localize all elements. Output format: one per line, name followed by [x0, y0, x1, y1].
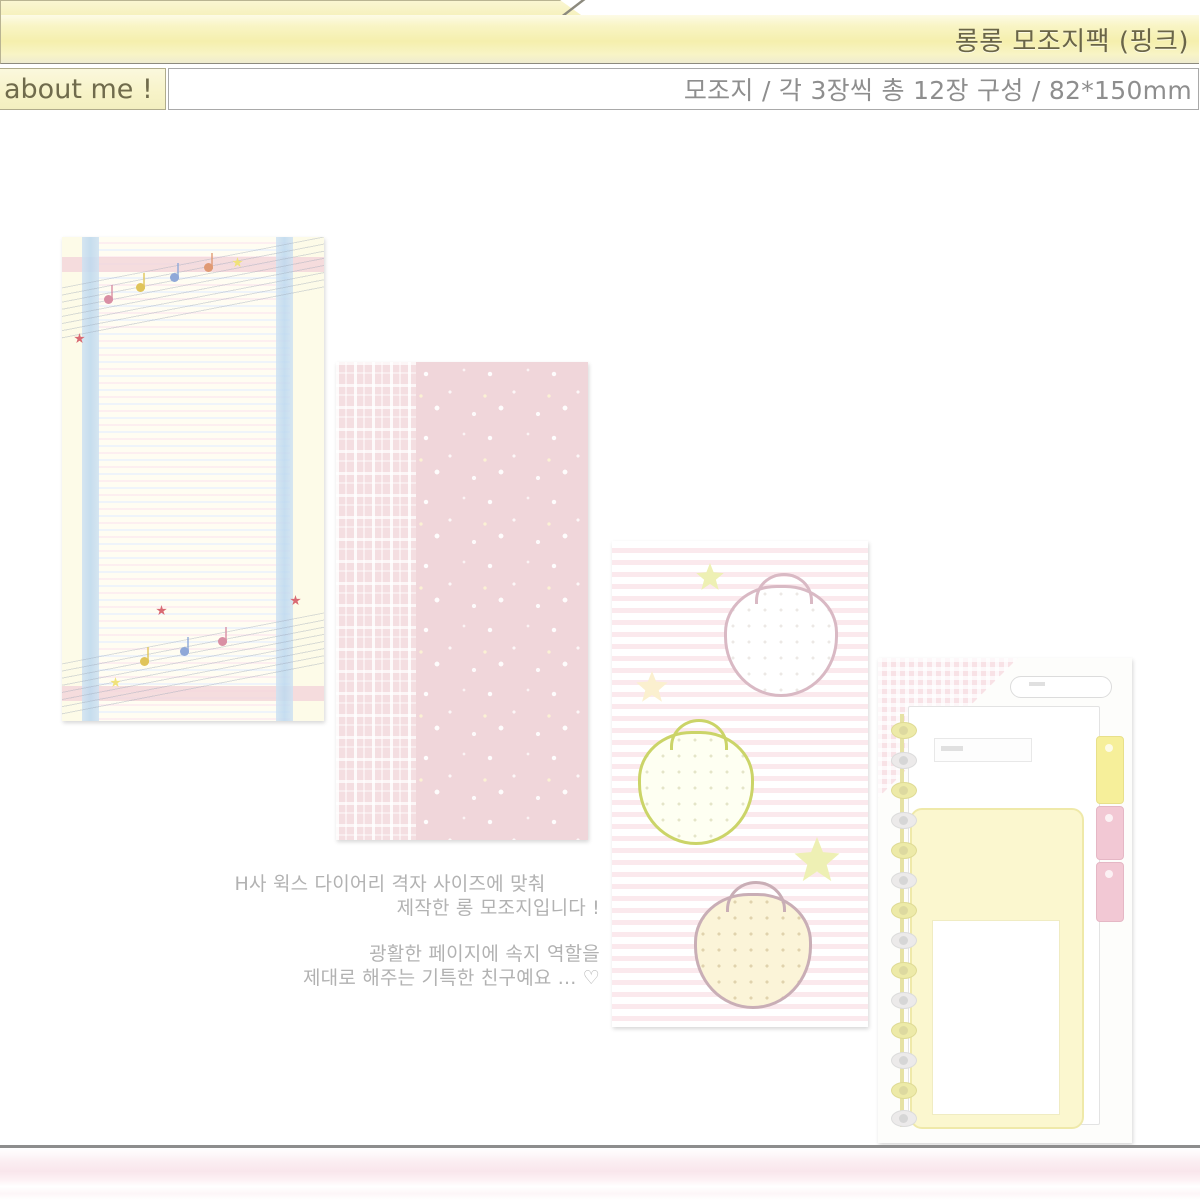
planner-index-tab-pink[interactable] [1096, 806, 1124, 860]
caption-line-2: 제작한 롱 모조지입니다 ! [396, 897, 600, 919]
caption-line-3: 광활한 페이지에 속지 역할을 [369, 943, 600, 965]
planner-disc [891, 842, 917, 859]
planner-sheet-header-mark [941, 746, 963, 751]
caption-line-1: H사 윅스 다이어리 격자 사이즈에 맞춰 [234, 873, 546, 895]
spec-text: 모조지 / 각 3장씩 총 12장 구성 / 82*150mm [683, 76, 1192, 105]
planner-disc [891, 812, 917, 829]
photo-pink-dotted-paper[interactable] [336, 362, 588, 840]
planner-insert-note-area [932, 920, 1060, 1115]
planner-disc [891, 1022, 917, 1039]
planner-title-pill [1010, 676, 1112, 698]
music-note-icon [180, 637, 189, 656]
planner-title-pill-mark [1029, 682, 1045, 686]
planner-disc [891, 782, 917, 799]
planner-disc [891, 902, 917, 919]
footer-pink-stripes [0, 1148, 1200, 1200]
planner-disc [891, 962, 917, 979]
music-note-icon [170, 263, 179, 282]
page-title: 롱롱 모조지팩 (핑크) [954, 26, 1189, 57]
spec-row: about me ! 모조지 / 각 3장씩 총 12장 구성 / 82*150… [0, 68, 1199, 110]
planner-disc [891, 992, 917, 1009]
page-footer [0, 1145, 1200, 1200]
about-me-label: about me ! [4, 73, 153, 105]
music-note-icon [136, 273, 145, 292]
music-note-icon [204, 253, 213, 272]
planner-disc [891, 722, 917, 739]
planner-disc [891, 1110, 917, 1127]
caption-gap [180, 920, 600, 942]
music-note-icon [140, 647, 149, 666]
about-me-chip[interactable]: about me ! [0, 68, 166, 110]
page-header: 롱롱 모조지팩 (핑크) about me ! 모조지 / 각 3장씩 총 12… [0, 0, 1200, 120]
planner-disc [891, 872, 917, 889]
planner-index-tab-pink[interactable] [1096, 862, 1124, 922]
photo-strawberry-paper[interactable] [612, 541, 868, 1027]
folder-tab-sliver[interactable] [0, 0, 591, 16]
photo-music-note-paper[interactable] [62, 237, 324, 721]
planner-yellow-insert [910, 808, 1084, 1129]
caption-line-4: 제대로 해주는 기특한 친구예요 ... ♡ [303, 967, 600, 989]
planner-index-tab-yellow[interactable] [1096, 736, 1124, 804]
spec-field: 모조지 / 각 3장씩 총 12장 구성 / 82*150mm [168, 68, 1199, 110]
planner-disc [891, 932, 917, 949]
planner-disc [891, 1052, 917, 1069]
product-title-band: 롱롱 모조지팩 (핑크) [0, 15, 1199, 64]
planner-disc [891, 1082, 917, 1099]
product-gallery: H사 윅스 다이어리 격자 사이즈에 맞춰 제작한 롱 모조지입니다 ! 광활한… [0, 120, 1200, 1145]
dotted-paper-plaid-strip [336, 362, 416, 840]
music-note-icon [218, 627, 227, 646]
planner-disc [891, 752, 917, 769]
photo-disc-planner[interactable] [878, 658, 1132, 1143]
music-note-icon [104, 285, 113, 304]
dotted-paper-dot-field [416, 362, 588, 840]
product-caption: H사 윅스 다이어리 격자 사이즈에 맞춰 제작한 롱 모조지입니다 ! 광활한… [180, 872, 600, 990]
planner-sheet-header-box [934, 738, 1032, 762]
